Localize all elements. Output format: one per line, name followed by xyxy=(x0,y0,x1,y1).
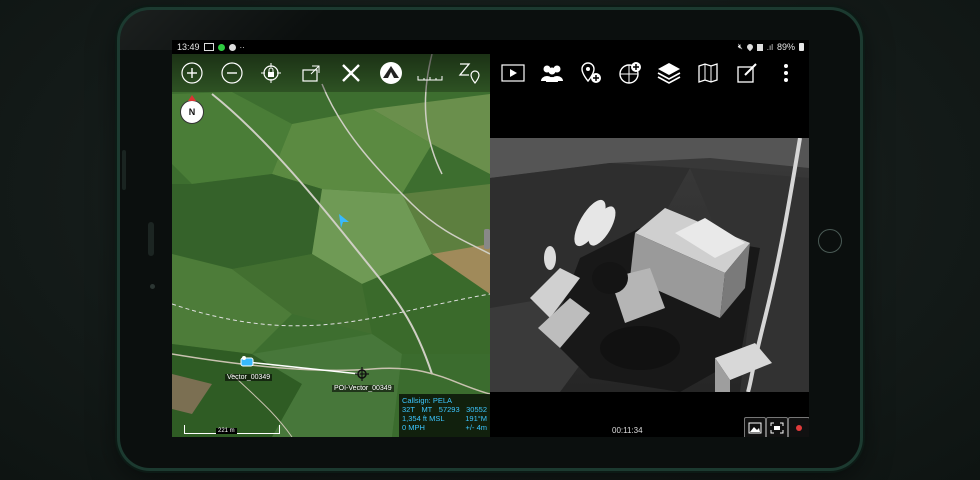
add-overlay-icon[interactable] xyxy=(617,60,643,86)
speed-text: 0 MPH xyxy=(402,423,425,432)
battery-percent: 89% xyxy=(776,42,795,52)
self-info-box[interactable]: Callsign: PELA 32T MT 57293 30552 1,354 … xyxy=(399,394,490,437)
tablet-camera xyxy=(150,284,155,289)
main-toolbar xyxy=(490,54,809,92)
gallery-icon xyxy=(203,43,214,51)
thermal-scene xyxy=(490,138,809,392)
device-screen: 13:49 ·· 🔇︎ .ıl 89% N Vector_00349 POI-V… xyxy=(172,40,809,437)
record-icon[interactable] xyxy=(788,417,809,437)
zoom-in-icon[interactable] xyxy=(179,60,205,86)
signal-icon: .ıl xyxy=(766,42,773,52)
speed-row: 0 MPH +/- 4m xyxy=(402,423,487,432)
export-icon[interactable] xyxy=(298,60,324,86)
layers-icon[interactable] xyxy=(656,60,682,86)
satellite-terrain xyxy=(172,54,490,437)
tak-logo-icon[interactable] xyxy=(378,60,404,86)
edit-icon[interactable] xyxy=(734,60,760,86)
zoom-out-icon[interactable] xyxy=(219,60,245,86)
heading-text: 191°M xyxy=(465,414,487,423)
status-bar: 13:49 ·· 🔇︎ .ıl 89% xyxy=(172,40,809,54)
status-time: 13:49 xyxy=(177,42,200,52)
location-icon xyxy=(745,42,754,52)
more-vert-icon[interactable] xyxy=(773,60,799,86)
poi-target-marker-icon[interactable] xyxy=(355,367,369,381)
northing-text: 30552 xyxy=(466,405,487,414)
altitude-text: 1,354 ft MSL xyxy=(402,414,445,423)
compass-label: N xyxy=(188,107,196,117)
add-point-icon[interactable] xyxy=(578,60,604,86)
home-button[interactable] xyxy=(818,229,842,253)
map-scale-label: 221 m xyxy=(216,428,237,434)
direction-arrow-icon xyxy=(339,214,349,228)
self-position-marker-icon[interactable] xyxy=(239,354,255,370)
contacts-icon[interactable] xyxy=(539,60,565,86)
status-dot-icon xyxy=(217,43,225,51)
map-icon[interactable] xyxy=(695,60,721,86)
map-toolbar xyxy=(172,54,490,92)
video-play-icon[interactable] xyxy=(500,60,526,86)
lock-location-icon[interactable] xyxy=(258,60,284,86)
poi-marker-label: POI-Vector_00349 xyxy=(332,385,394,392)
recording-timer: 00:11:34 xyxy=(612,426,643,435)
altitude-row: 1,354 ft MSL 191°M xyxy=(402,414,487,423)
map-view[interactable]: N Vector_00349 POI-Vector_00349 Callsign… xyxy=(172,54,490,437)
ruler-icon[interactable] xyxy=(417,60,443,86)
thermal-video-feed[interactable] xyxy=(490,138,809,392)
volume-button xyxy=(122,150,126,190)
easting-text: 57293 xyxy=(438,405,460,414)
settings-icon xyxy=(228,43,236,51)
north-compass-icon[interactable]: N xyxy=(180,95,204,124)
zoom-to-location-icon[interactable] xyxy=(457,60,483,86)
mute-icon: 🔇︎ xyxy=(737,42,743,51)
tablet-speaker xyxy=(148,222,154,256)
grid-row: 32T MT 57293 30552 xyxy=(402,405,487,414)
close-x-icon[interactable] xyxy=(338,60,364,86)
accuracy-text: +/- 4m xyxy=(465,423,487,432)
battery-icon xyxy=(799,43,804,51)
video-panel: 00:11:34 xyxy=(490,54,809,437)
grid-square-text: MT xyxy=(421,405,433,414)
snapshot-icon[interactable] xyxy=(744,417,766,437)
callsign-text: Callsign: PELA xyxy=(402,396,453,405)
grid-zone-text: 32T xyxy=(402,405,415,414)
more-dots-icon: ·· xyxy=(239,42,245,52)
self-marker-label: Vector_00349 xyxy=(225,374,273,381)
alarm-icon xyxy=(756,43,763,51)
capture-frame-icon[interactable] xyxy=(766,417,788,437)
